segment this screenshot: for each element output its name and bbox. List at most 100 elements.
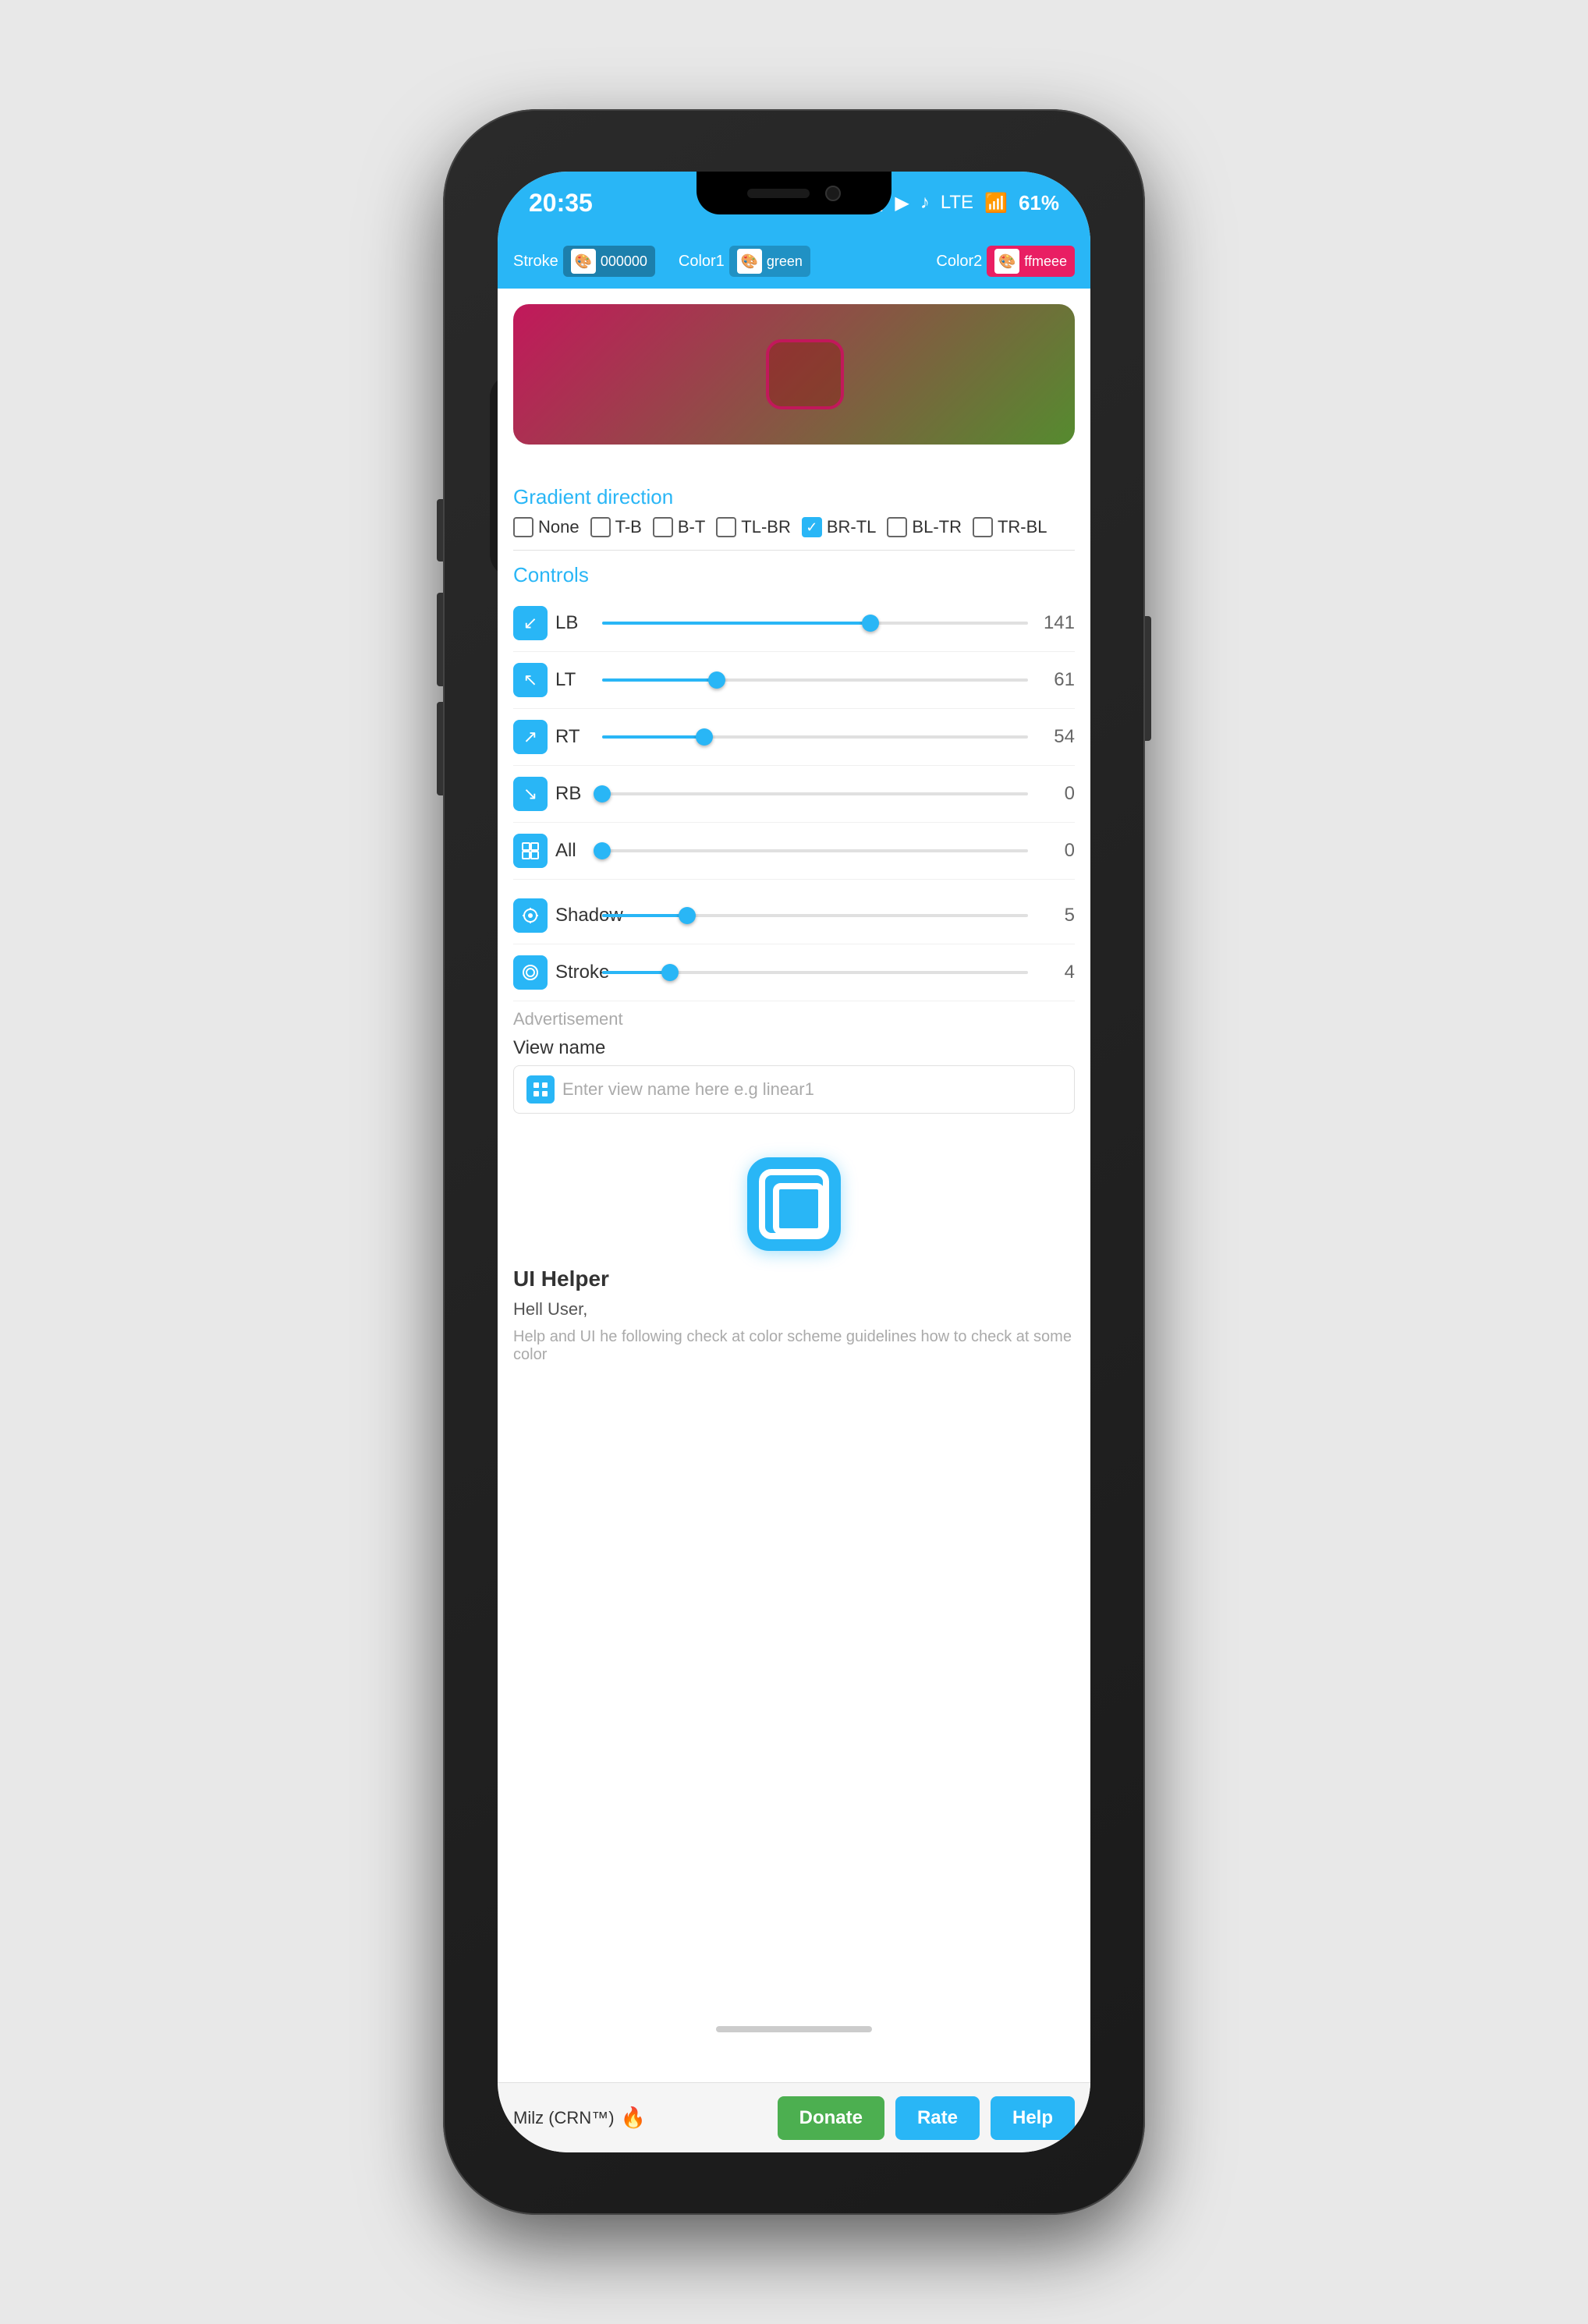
label-tb: T-B <box>615 517 642 537</box>
lt-fill <box>602 678 717 682</box>
checkbox-none[interactable] <box>513 517 533 537</box>
checkbox-bt[interactable] <box>653 517 673 537</box>
help-button[interactable]: Help <box>991 2096 1075 2140</box>
control-rt: ↗ RT 54 <box>513 709 1075 766</box>
divider-1 <box>513 550 1075 551</box>
lb-value: 141 <box>1036 612 1075 634</box>
all-icon <box>521 841 540 860</box>
color2-value: ffmeee <box>1024 253 1067 270</box>
stroke-ctrl-value: 4 <box>1036 962 1075 983</box>
shadow-track <box>602 914 1028 917</box>
lt-icon-button[interactable]: ↖ <box>513 663 548 697</box>
shadow-value: 5 <box>1036 905 1075 926</box>
phone-screen: 20:35 ▣ ▶ ♪ LTE 📶 61% <box>498 172 1090 2152</box>
all-icon-button[interactable] <box>513 834 548 868</box>
direction-bltr[interactable]: BL-TR <box>887 517 962 537</box>
all-thumb[interactable] <box>594 842 611 859</box>
stroke-color-button[interactable]: 🎨 000000 <box>563 246 655 277</box>
stroke-track <box>602 971 1028 974</box>
lb-label: LB <box>555 612 594 634</box>
shadow-thumb[interactable] <box>679 907 696 924</box>
checkbox-bltr[interactable] <box>887 517 907 537</box>
control-stroke: Stroke 4 <box>513 944 1075 1001</box>
lte-icon: LTE <box>941 192 973 214</box>
stroke-thumb[interactable] <box>661 964 679 981</box>
stroke-fill <box>602 971 670 974</box>
control-shadow: Shadow 5 <box>513 887 1075 944</box>
rt-icon-button[interactable]: ↗ <box>513 720 548 754</box>
direction-trbl[interactable]: TR-BL <box>973 517 1047 537</box>
volume-up-button[interactable] <box>437 593 443 686</box>
stroke-ctrl-label: Stroke <box>555 962 594 983</box>
author-name: Milz (CRN™) <box>513 2108 615 2128</box>
shadow-label: Shadow <box>555 905 594 926</box>
view-name-icon <box>526 1075 555 1104</box>
direction-tb[interactable]: T-B <box>590 517 642 537</box>
checkbox-brtl[interactable] <box>802 517 822 537</box>
color2-button[interactable]: 🎨 ffmeee <box>987 246 1075 277</box>
rb-track <box>602 792 1028 795</box>
rt-thumb[interactable] <box>696 728 713 746</box>
notch <box>697 172 891 214</box>
rt-slider[interactable] <box>602 725 1028 749</box>
all-value: 0 <box>1036 840 1075 862</box>
rt-label: RT <box>555 726 594 748</box>
direction-none[interactable]: None <box>513 517 580 537</box>
label-brtl: BR-TL <box>827 517 877 537</box>
direction-bt[interactable]: B-T <box>653 517 705 537</box>
scroll-content[interactable]: Gradient direction None T-B B-T <box>498 289 1090 2020</box>
view-name-input-row[interactable]: Enter view name here e.g linear1 <box>513 1065 1075 1114</box>
lt-slider[interactable] <box>602 668 1028 692</box>
gradient-direction-section: Gradient direction None T-B B-T <box>498 460 1090 550</box>
shadow-icon-button[interactable] <box>513 898 548 933</box>
rb-icon-button[interactable]: ↘ <box>513 777 548 811</box>
control-all: All 0 <box>513 823 1075 880</box>
donate-button[interactable]: Donate <box>778 2096 884 2140</box>
lb-icon: ↙ <box>523 613 537 633</box>
status-icons: ▣ ▶ ♪ LTE 📶 61% <box>867 191 1059 215</box>
stroke-slider[interactable] <box>602 961 1028 984</box>
color2-section: Color2 🎨 ffmeee <box>936 246 1075 277</box>
shadow-slider[interactable] <box>602 904 1028 927</box>
page-wrapper: 20:35 ▣ ▶ ♪ LTE 📶 61% <box>0 0 1588 2324</box>
color1-button[interactable]: 🎨 green <box>729 246 810 277</box>
rb-slider[interactable] <box>602 782 1028 806</box>
volume-down-button[interactable] <box>437 702 443 795</box>
color1-label: Color1 <box>679 253 725 271</box>
rate-button[interactable]: Rate <box>895 2096 980 2140</box>
ui-helper-subtext: Help and UI he following check at color … <box>513 1328 1075 1364</box>
lb-fill <box>602 622 870 625</box>
rb-icon: ↘ <box>523 784 537 804</box>
music-icon: ♪ <box>920 192 930 214</box>
bottom-bar: Milz (CRN™) 🔥 Donate Rate Help <box>498 2082 1090 2152</box>
all-slider[interactable] <box>602 839 1028 863</box>
front-camera <box>825 186 841 201</box>
direction-tlbr[interactable]: TL-BR <box>716 517 791 537</box>
stroke-icon-button[interactable] <box>513 955 548 990</box>
checkbox-tlbr[interactable] <box>716 517 736 537</box>
preview-shape <box>766 339 844 409</box>
checkbox-trbl[interactable] <box>973 517 993 537</box>
lb-thumb[interactable] <box>862 615 879 632</box>
shadow-fill <box>602 914 687 917</box>
stroke-palette-icon: 🎨 <box>571 249 596 274</box>
lb-track <box>602 622 1028 625</box>
checkbox-tb[interactable] <box>590 517 611 537</box>
view-name-placeholder: Enter view name here e.g linear1 <box>562 1079 814 1100</box>
rt-icon: ↗ <box>523 727 537 747</box>
power-button[interactable] <box>1145 616 1151 741</box>
gradient-direction-title: Gradient direction <box>513 485 1075 509</box>
color1-value: green <box>767 253 803 270</box>
play-icon: ▶ <box>895 192 909 214</box>
flame-icon: 🔥 <box>621 2106 646 2130</box>
app-toolbar: Stroke 🎨 000000 Color1 🎨 green <box>498 234 1090 289</box>
lt-thumb[interactable] <box>708 671 725 689</box>
lb-icon-button[interactable]: ↙ <box>513 606 548 640</box>
control-rb: ↘ RB 0 <box>513 766 1075 823</box>
wifi-icon: 📶 <box>984 192 1008 214</box>
rb-thumb[interactable] <box>594 785 611 802</box>
battery-indicator: 61% <box>1019 191 1059 215</box>
direction-brtl[interactable]: BR-TL <box>802 517 877 537</box>
lb-slider[interactable] <box>602 611 1028 635</box>
all-label: All <box>555 840 594 862</box>
